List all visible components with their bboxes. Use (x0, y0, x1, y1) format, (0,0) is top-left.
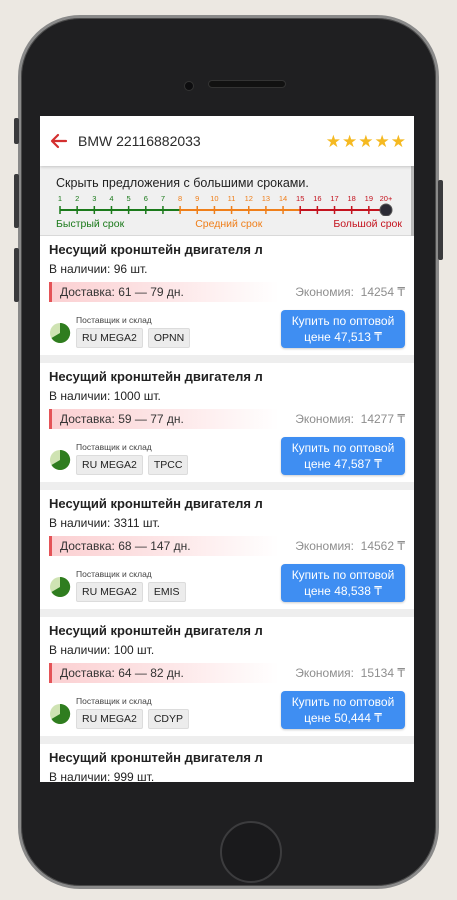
economy-info: Экономия: 14277 ₸ (295, 412, 405, 426)
offer-actions: Поставщик и склад RU MEGA2 EMIS Купить п… (49, 564, 405, 602)
offer-title: Несущий кронштейн двигателя л (49, 242, 263, 257)
scale-tick-label: 8 (178, 194, 182, 203)
economy-info: Экономия: 15134 ₸ (295, 666, 405, 680)
power-button (438, 180, 443, 260)
rating-stars: ★ ★ ★ ★ ★ (326, 133, 406, 150)
scale-tick-label: 9 (195, 194, 199, 203)
earpiece-speaker (208, 80, 286, 88)
delivery-time-filter: Скрыть предложения с большими сроками. 1… (40, 166, 414, 236)
delivery-info: Доставка: 68 — 147 дн. (49, 536, 279, 556)
delivery-row: Доставка: 68 — 147 дн. Экономия: 14562 ₸ (49, 536, 405, 556)
supplier-tag: RU MEGA2 (76, 455, 143, 475)
scale-tick-label: 6 (144, 194, 148, 203)
scale-tick-label: 3 (92, 194, 96, 203)
supplier-rating-pie-icon (50, 576, 71, 597)
scale-tick-label: 11 (228, 194, 236, 203)
supplier-info: Поставщик и склад RU MEGA2 CDYP (49, 696, 190, 729)
supplier-label: Поставщик и склад (76, 569, 152, 579)
scale-tick-label: 2 (75, 194, 79, 203)
offer-title: Несущий кронштейн двигателя л (49, 496, 263, 511)
star-icon: ★ (325, 131, 341, 151)
offer-card[interactable]: Несущий кронштейн двигателя л В наличии:… (40, 736, 414, 782)
home-button[interactable] (220, 821, 282, 883)
warehouse-tag: EMIS (147, 582, 186, 602)
supplier-info: Поставщик и склад RU MEGA2 TPCC (49, 442, 189, 475)
supplier-tag: RU MEGA2 (76, 709, 143, 729)
offer-actions: Поставщик и склад RU MEGA2 OPNN Купить п… (49, 310, 405, 348)
stock-info: В наличии: 100 шт. (49, 643, 155, 657)
stock-info: В наличии: 999 шт. (49, 770, 155, 782)
delivery-row: Доставка: 64 — 82 дн. Экономия: 15134 ₸ (49, 663, 405, 683)
delivery-row: Доставка: 59 — 77 дн. Экономия: 14277 ₸ (49, 409, 405, 429)
delivery-info: Доставка: 59 — 77 дн. (49, 409, 279, 429)
front-camera (184, 81, 194, 91)
warehouse-tag: OPNN (147, 328, 191, 348)
scale-tick-label: 10 (210, 194, 218, 203)
offer-actions: Поставщик и склад RU MEGA2 TPCC Купить п… (49, 437, 405, 475)
scale-tick-label: 20+ (380, 194, 393, 203)
buy-wholesale-button[interactable]: Купить по оптовой цене 50,444 ₸ (281, 691, 405, 729)
scale-tick-label: 16 (313, 194, 321, 203)
top-bar: BMW 22116882033 ★ ★ ★ ★ ★ (40, 116, 414, 166)
scale-tick-label: 4 (109, 194, 113, 203)
supplier-tag: RU MEGA2 (76, 582, 143, 602)
warehouse-tag: TPCC (147, 455, 189, 475)
supplier-label: Поставщик и склад (76, 442, 152, 452)
scale-tick-label: 13 (262, 194, 270, 203)
scale-tick-label: 12 (245, 194, 253, 203)
delivery-time-slider[interactable]: 1 2 3 4 5 6 7 8 9 10 11 12 13 14 15 16 17 18 19 20+ (56, 194, 402, 220)
stock-info: В наличии: 96 шт. (49, 262, 148, 276)
buy-wholesale-button[interactable]: Купить по оптовой цене 48,538 ₸ (281, 564, 405, 602)
offer-card[interactable]: Несущий кронштейн двигателя л В наличии:… (40, 236, 414, 355)
scrollbar[interactable] (411, 166, 414, 236)
supplier-rating-pie-icon (50, 703, 71, 724)
delivery-info: Доставка: 64 — 82 дн. (49, 663, 279, 683)
volume-down-button (14, 248, 19, 302)
scale-tick-label: 15 (296, 194, 304, 203)
scale-tick-label: 18 (348, 194, 356, 203)
offer-title: Несущий кронштейн двигателя л (49, 623, 263, 638)
scale-tick-label: 17 (330, 194, 338, 203)
supplier-rating-pie-icon (50, 322, 71, 343)
star-icon: ★ (374, 131, 390, 151)
offer-actions: Поставщик и склад RU MEGA2 CDYP Купить п… (49, 691, 405, 729)
slider-track[interactable]: 1 2 3 4 5 6 7 8 9 10 11 12 13 14 15 16 17 18 19 20+ (56, 194, 394, 216)
page-title: BMW 22116882033 (78, 133, 201, 149)
mute-switch (14, 118, 19, 144)
supplier-info: Поставщик и склад RU MEGA2 OPNN (49, 315, 191, 348)
scale-tick-label: 19 (365, 194, 373, 203)
scale-tick-label: 1 (58, 194, 62, 203)
buy-wholesale-button[interactable]: Купить по оптовой цене 47,587 ₸ (281, 437, 405, 475)
supplier-label: Поставщик и склад (76, 696, 152, 706)
offer-card[interactable]: Несущий кронштейн двигателя л В наличии:… (40, 482, 414, 609)
scale-tick-label: 14 (279, 194, 287, 203)
delivery-info: Доставка: 61 — 79 дн. (49, 282, 279, 302)
supplier-tag: RU MEGA2 (76, 328, 143, 348)
back-arrow-icon[interactable] (50, 132, 68, 150)
offer-title: Несущий кронштейн двигателя л (49, 369, 263, 384)
app-screen: BMW 22116882033 ★ ★ ★ ★ ★ Скрыть предложения… (40, 116, 414, 782)
offer-card[interactable]: Несущий кронштейн двигателя л В наличии:… (40, 355, 414, 482)
scale-tick-label: 7 (161, 194, 165, 203)
star-icon: ★ (342, 131, 358, 151)
supplier-rating-pie-icon (50, 449, 71, 470)
warehouse-tag: CDYP (147, 709, 190, 729)
stock-info: В наличии: 1000 шт. (49, 389, 161, 403)
buy-wholesale-button[interactable]: Купить по оптовой цене 47,513 ₸ (281, 310, 405, 348)
delivery-row: Доставка: 61 — 79 дн. Экономия: 14254 ₸ (49, 282, 405, 302)
star-icon: ★ (358, 131, 374, 151)
offer-title: Несущий кронштейн двигателя л (49, 750, 263, 765)
filter-title: Скрыть предложения с большими сроками. (56, 176, 309, 190)
offer-list: Несущий кронштейн двигателя л В наличии:… (40, 236, 414, 782)
supplier-info: Поставщик и склад RU MEGA2 EMIS (49, 569, 186, 602)
volume-up-button (14, 174, 19, 228)
offer-card[interactable]: Несущий кронштейн двигателя л В наличии:… (40, 609, 414, 736)
scale-tick-label: 5 (127, 194, 131, 203)
supplier-label: Поставщик и склад (76, 315, 152, 325)
slider-handle (379, 203, 393, 216)
star-icon: ★ (390, 131, 406, 151)
stock-info: В наличии: 3311 шт. (49, 516, 160, 530)
economy-info: Экономия: 14562 ₸ (295, 539, 405, 553)
economy-info: Экономия: 14254 ₸ (295, 285, 405, 299)
